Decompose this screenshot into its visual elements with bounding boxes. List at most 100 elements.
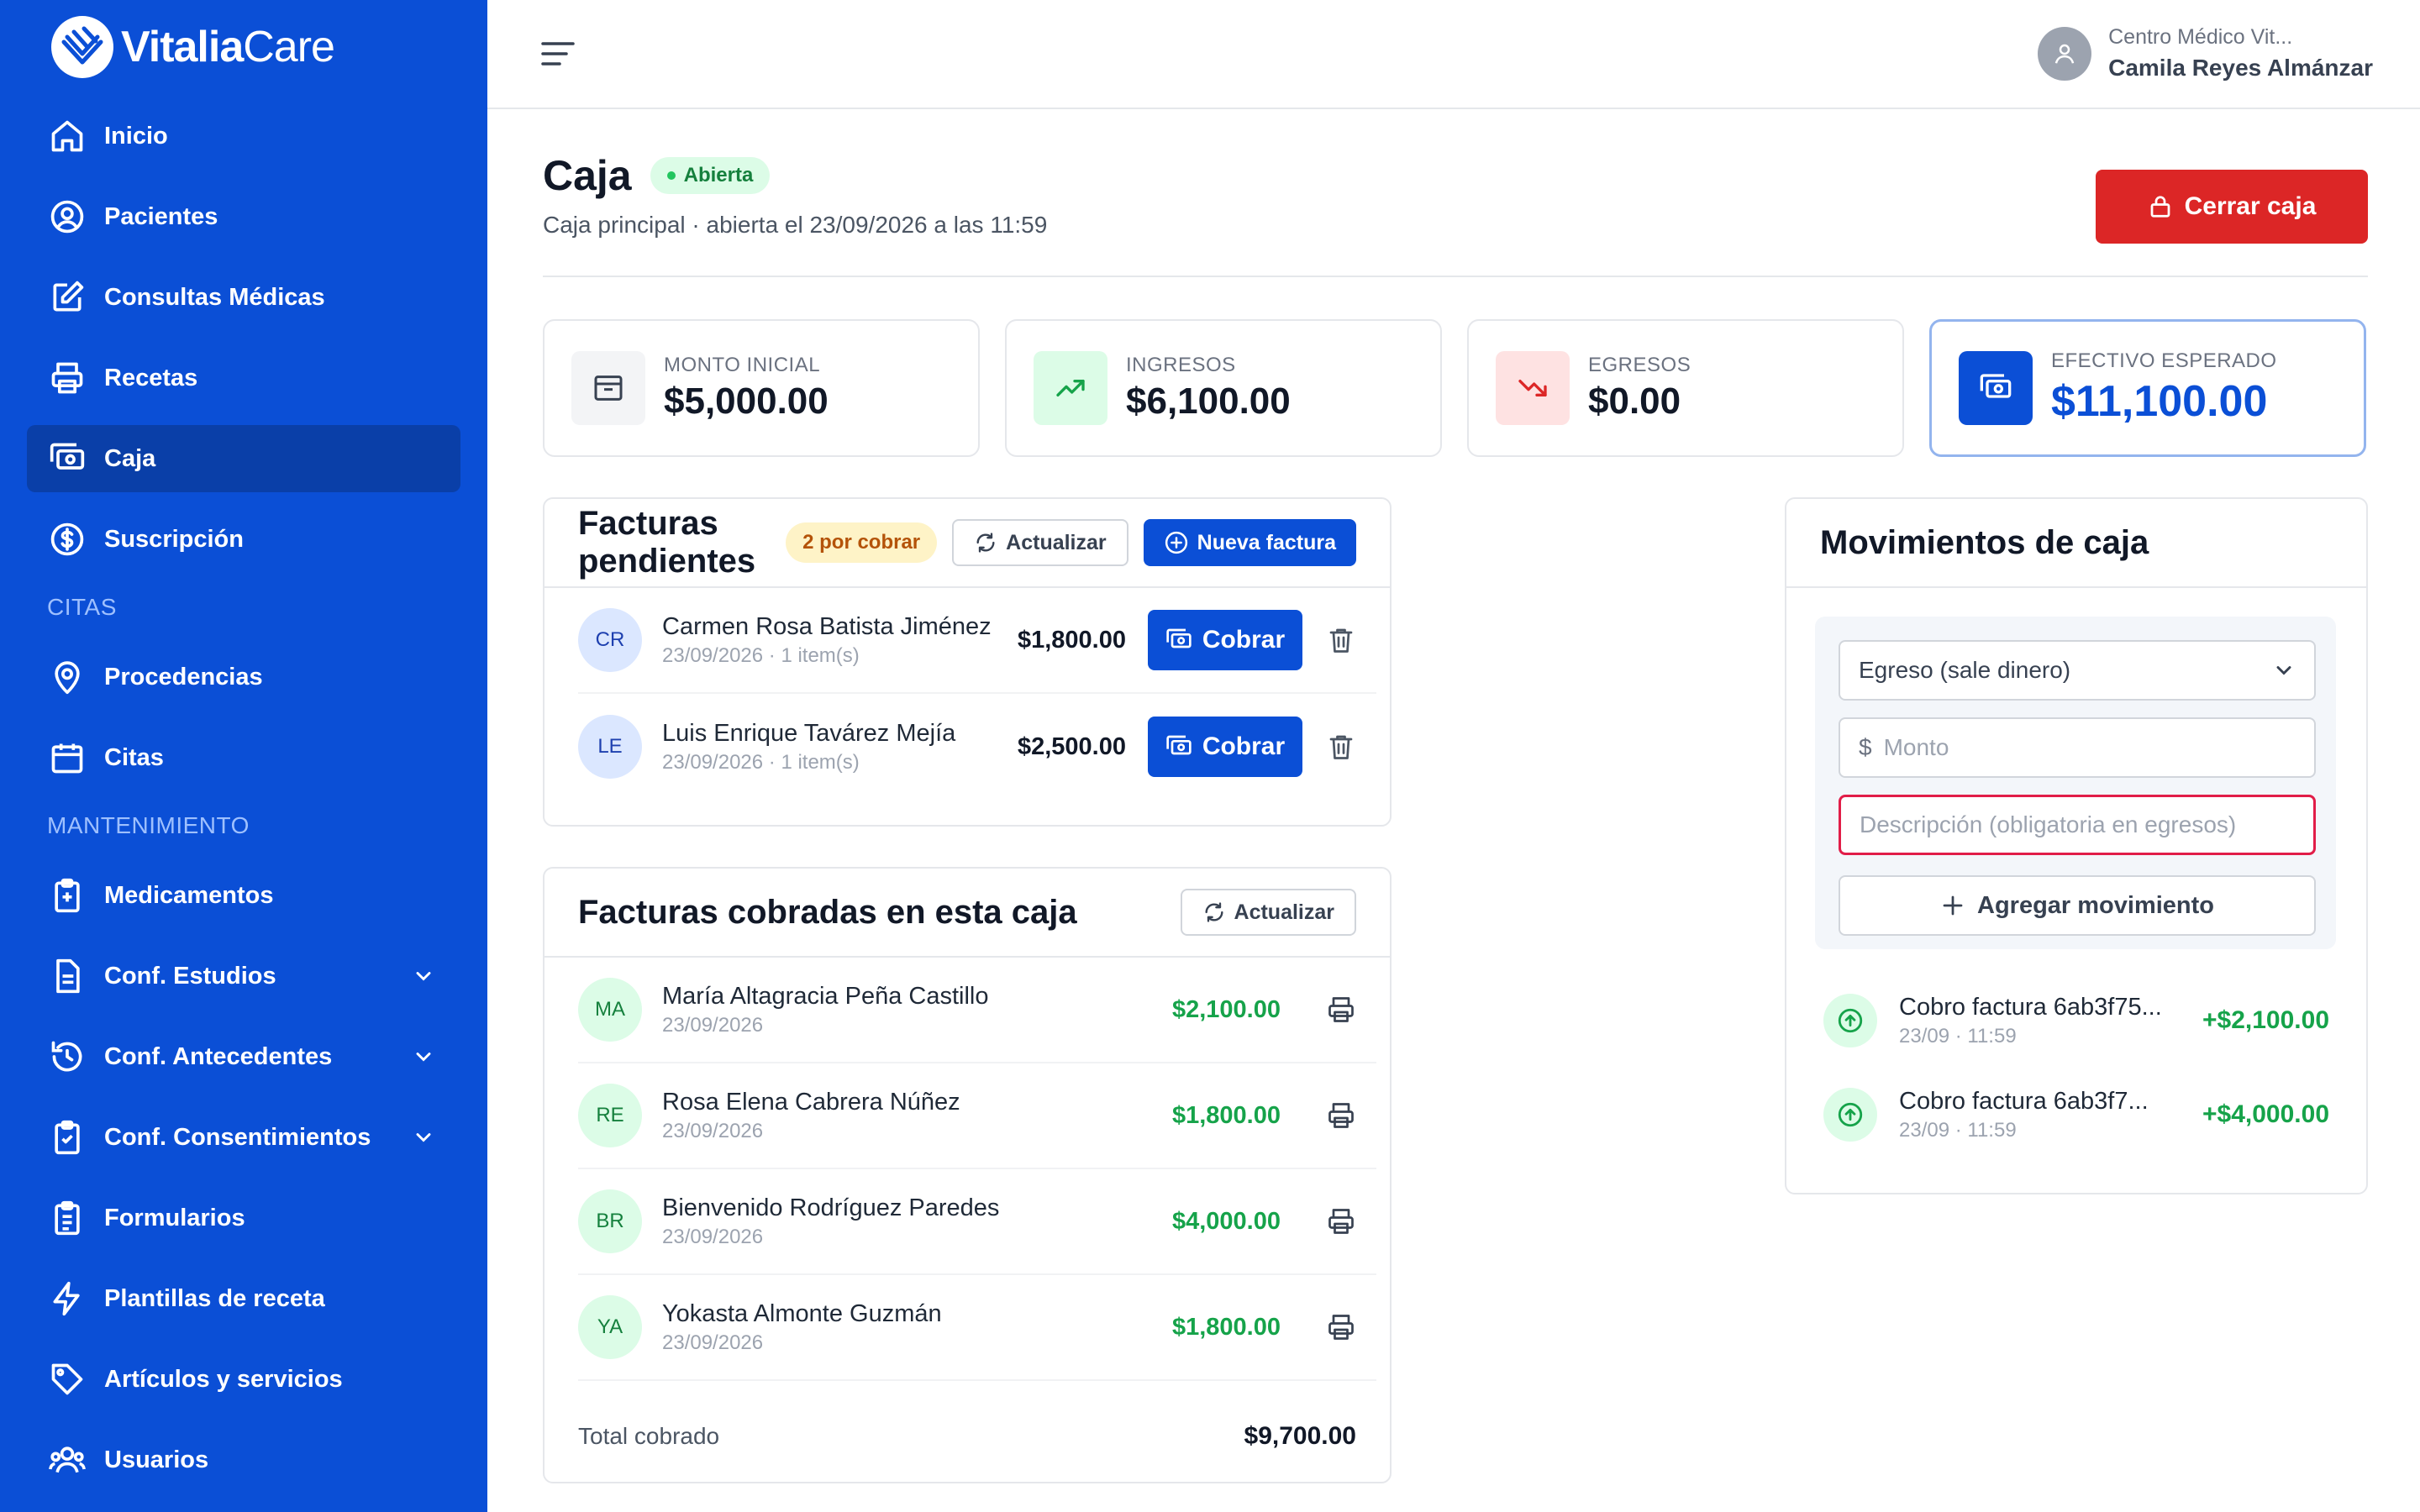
- new-invoice-button[interactable]: Nueva factura: [1143, 519, 1356, 566]
- invoice-meta: 23/09/2026: [662, 1331, 764, 1354]
- sidebar-item-label: Recetas: [104, 364, 198, 391]
- invoice-patient-name: Luis Enrique Tavárez Mejía: [662, 719, 956, 747]
- sidebar-item-consultas[interactable]: Consultas Médicas: [27, 264, 460, 331]
- sidebar-item-conf-estudios[interactable]: Conf. Estudios: [27, 942, 460, 1010]
- sidebar-item-conf-consentimientos[interactable]: Conf. Consentimientos: [27, 1104, 460, 1171]
- pay-button[interactable]: Cobrar: [1148, 610, 1302, 670]
- stat-card-income: INGRESOS $6,100.00: [1005, 319, 1442, 457]
- user-menu[interactable]: Centro Médico Vit... Camila Reyes Almánz…: [2038, 25, 2373, 81]
- print-button[interactable]: [1323, 1203, 1360, 1240]
- delete-button[interactable]: [1323, 622, 1360, 659]
- paid-invoice-row: MA María Altagracia Peña Castillo 23/09/…: [578, 958, 1376, 1063]
- stat-card-initial: MONTO INICIAL $5,000.00: [543, 319, 980, 457]
- sidebar-item-articulos[interactable]: Artículos y servicios: [27, 1346, 460, 1413]
- card-header: Movimientos de caja: [1786, 499, 2366, 588]
- movement-amount: +$2,100.00: [2202, 1006, 2329, 1034]
- sidebar-item-medicamentos[interactable]: Medicamentos: [27, 862, 460, 929]
- chevron-down-icon: [416, 1053, 431, 1062]
- sidebar-item-procedencias[interactable]: Procedencias: [27, 643, 460, 711]
- invoice-patient-name: Carmen Rosa Batista Jiménez: [662, 612, 992, 640]
- close-register-button[interactable]: Cerrar caja: [2096, 170, 2368, 244]
- close-register-label: Cerrar caja: [2184, 192, 2317, 220]
- stat-label: EFECTIVO ESPERADO: [2051, 349, 2277, 372]
- clipboard-list-icon: [49, 1200, 86, 1236]
- sidebar: VitaliaCare Inicio Pacientes Consultas M…: [0, 0, 487, 1512]
- movement-type-select[interactable]: Egreso (sale dinero): [1839, 640, 2316, 701]
- print-button[interactable]: [1323, 991, 1360, 1028]
- brand-logo[interactable]: VitaliaCare: [49, 13, 335, 81]
- total-value: $9,700.00: [1244, 1422, 1356, 1450]
- stat-card-expected: EFECTIVO ESPERADO $11,100.00: [1929, 319, 2366, 457]
- brand-name: VitaliaCare: [121, 23, 335, 71]
- lock-icon: [2150, 196, 2170, 218]
- clipboard-plus-icon: [49, 877, 86, 914]
- delete-button[interactable]: [1323, 728, 1360, 765]
- sidebar-item-label: Inicio: [104, 122, 168, 150]
- new-invoice-label: Nueva factura: [1197, 530, 1336, 554]
- status-dot: [666, 171, 676, 180]
- page-title-row: Caja Abierta: [543, 151, 771, 200]
- printer-icon: [1328, 1103, 1354, 1128]
- sidebar-item-label: Usuarios: [104, 1446, 209, 1473]
- invoice-amount: $2,500.00: [1017, 732, 1126, 760]
- sidebar-item-plantillas[interactable]: Plantillas de receta: [27, 1265, 460, 1332]
- movement-row: Cobro factura 6ab3f7... 23/09 · 11:59 +$…: [1823, 1077, 2329, 1152]
- total-row: Total cobrado $9,700.00: [578, 1391, 1356, 1482]
- printer-icon: [1328, 1315, 1354, 1340]
- pending-invoice-row: CR Carmen Rosa Batista Jiménez 23/09/202…: [578, 588, 1376, 694]
- stat-icon-box: [1034, 351, 1107, 425]
- print-button[interactable]: [1323, 1309, 1360, 1346]
- sidebar-item-conf-antecedentes[interactable]: Conf. Antecedentes: [27, 1023, 460, 1090]
- status-label: Abierta: [683, 164, 754, 186]
- invoice-patient-name: Rosa Elena Cabrera Núñez: [662, 1088, 960, 1116]
- sidebar-item-inicio[interactable]: Inicio: [27, 102, 460, 170]
- refresh-button[interactable]: Actualizar: [1180, 889, 1356, 936]
- stat-value: $11,100.00: [2051, 377, 2268, 426]
- stat-value: $5,000.00: [664, 381, 829, 422]
- sidebar-item-label: Medicamentos: [104, 881, 274, 909]
- arrow-up-circle-icon: [1823, 1088, 1877, 1142]
- invoice-meta: 23/09/2026: [662, 1225, 764, 1248]
- invoice-patient-name: María Altagracia Peña Castillo: [662, 982, 989, 1010]
- sidebar-item-pacientes[interactable]: Pacientes: [27, 183, 460, 250]
- total-label: Total cobrado: [578, 1423, 720, 1449]
- tag-icon: [49, 1361, 86, 1398]
- refresh-icon: [976, 533, 995, 553]
- sidebar-item-label: Conf. Antecedentes: [104, 1042, 333, 1070]
- movement-time: 23/09 · 11:59: [1899, 1024, 2017, 1047]
- avatar: [2038, 26, 2092, 81]
- description-input[interactable]: [1860, 811, 2295, 838]
- sidebar-item-suscripcion[interactable]: Suscripción: [27, 506, 460, 573]
- sidebar-item-caja[interactable]: Caja: [27, 425, 460, 492]
- history-icon: [49, 1038, 86, 1075]
- sidebar-item-citas[interactable]: Citas: [27, 724, 460, 791]
- sidebar-item-formularios[interactable]: Formularios: [27, 1184, 460, 1252]
- menu-toggle-icon[interactable]: [539, 37, 576, 71]
- print-button[interactable]: [1323, 1097, 1360, 1134]
- avatar: MA: [578, 978, 642, 1042]
- currency-symbol: $: [1859, 734, 1872, 760]
- printer-icon: [1328, 1209, 1354, 1234]
- sidebar-item-recetas[interactable]: Recetas: [27, 344, 460, 412]
- edit-icon: [49, 279, 86, 316]
- refresh-button[interactable]: Actualizar: [952, 519, 1128, 566]
- avatar: BR: [578, 1189, 642, 1253]
- cash-movements-card: Movimientos de caja Egreso (sale dinero)…: [1785, 497, 2368, 1194]
- pending-invoices-card: Facturas pendientes 2 por cobrar Actuali…: [543, 497, 1392, 827]
- invoice-meta: 23/09/2026: [662, 1013, 764, 1037]
- sidebar-item-usuarios[interactable]: Usuarios: [27, 1426, 460, 1494]
- cash-icon: [49, 440, 86, 477]
- users-icon: [49, 1441, 86, 1478]
- topbar: Centro Médico Vit... Camila Reyes Almánz…: [487, 0, 2420, 109]
- amount-input[interactable]: [1883, 734, 2296, 761]
- description-field[interactable]: [1839, 795, 2316, 855]
- add-movement-button[interactable]: Agregar movimiento: [1839, 875, 2316, 936]
- status-badge: Abierta: [650, 157, 771, 194]
- amount-field[interactable]: $: [1839, 717, 2316, 778]
- cash-icon: [1166, 735, 1192, 755]
- card-header: Facturas cobradas en esta caja Actualiza…: [544, 869, 1390, 958]
- sidebar-nav: Inicio Pacientes Consultas Médicas Recet…: [27, 102, 460, 1507]
- user-circle-icon: [49, 198, 86, 235]
- pay-button[interactable]: Cobrar: [1148, 717, 1302, 777]
- user-name: Camila Reyes Almánzar: [2108, 55, 2373, 81]
